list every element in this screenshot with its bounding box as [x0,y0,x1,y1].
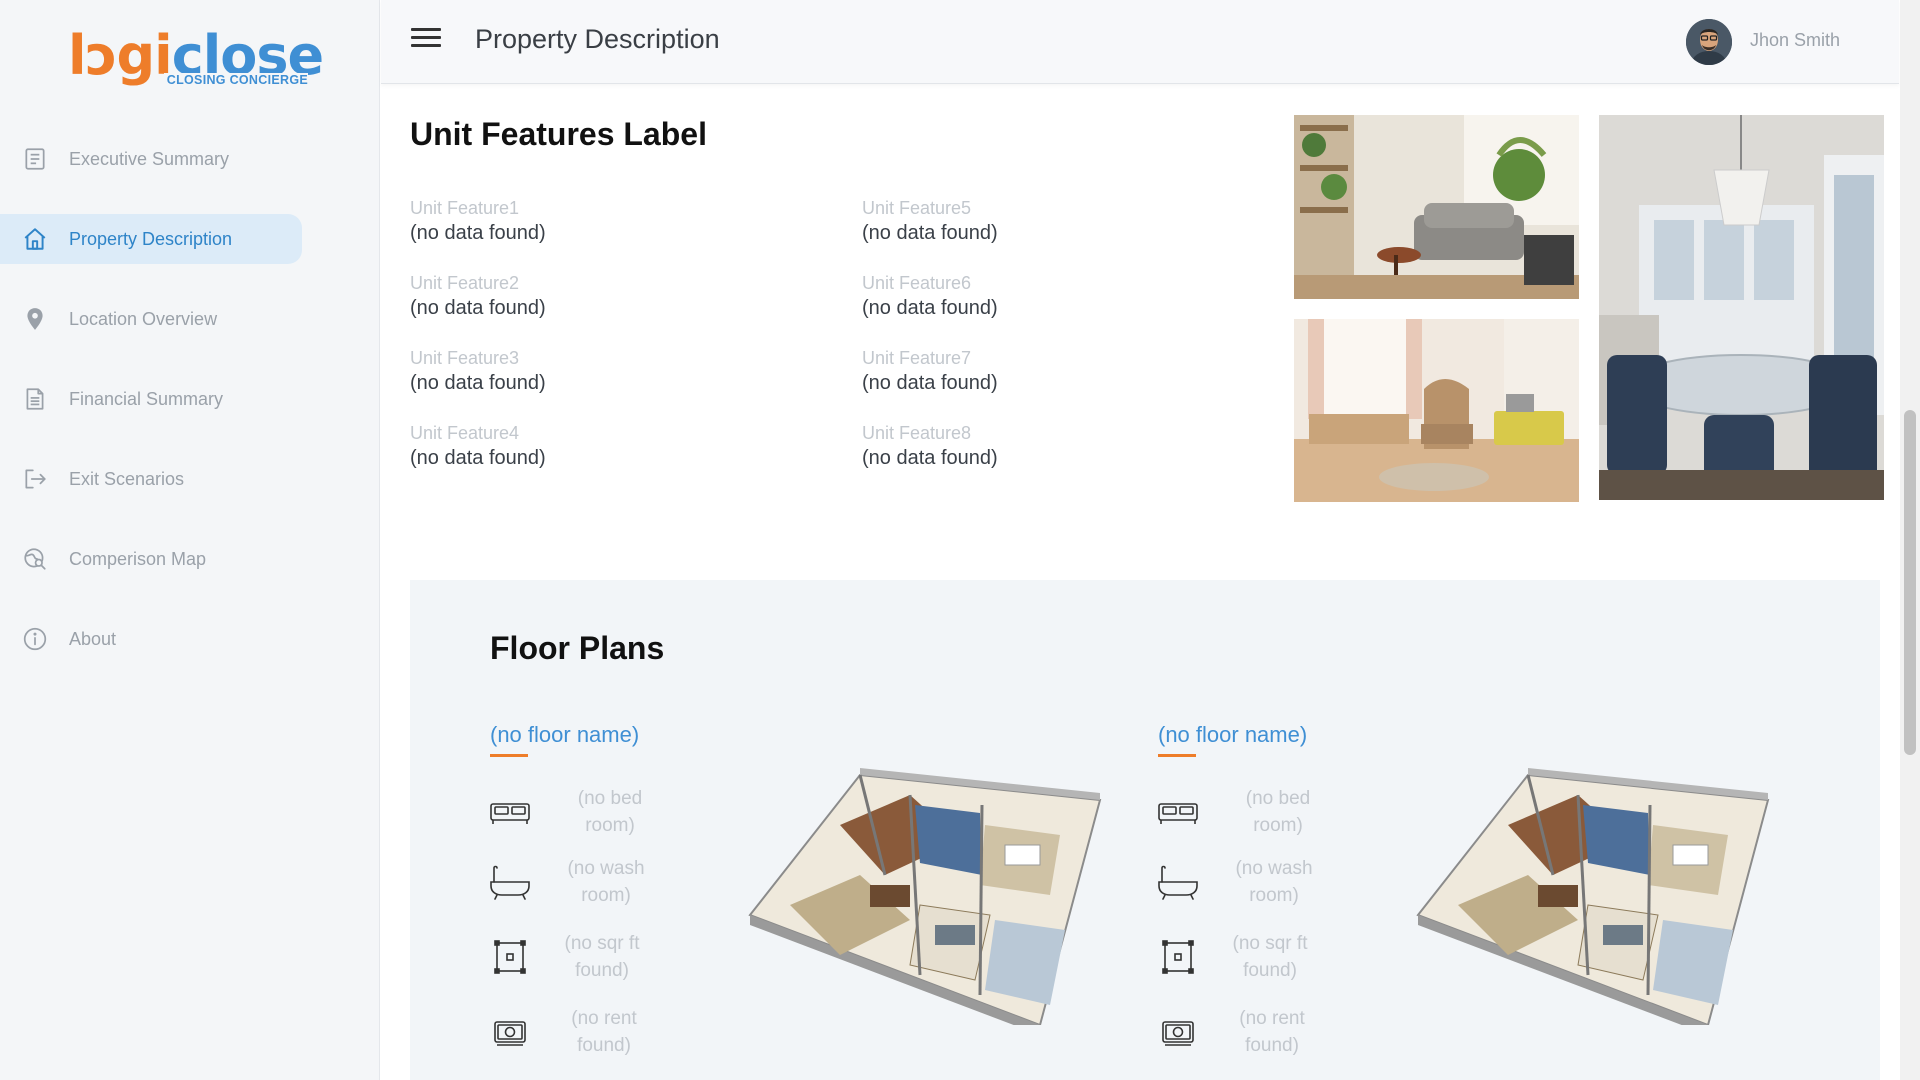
unit-feature-label: Unit Feature4 [410,423,520,443]
property-photo-living-room[interactable] [1294,115,1579,299]
unit-features-title: Unit Features Label [410,116,707,152]
page-scrollbar[interactable] [1900,0,1920,1080]
logout-icon [21,465,49,493]
washroom-value: (no wash room) [567,858,645,906]
avatar[interactable] [1686,19,1732,65]
washroom-spec: (no wash room) [488,855,656,909]
unit-feature-item: Unit Feature5 (no data found) [862,196,1202,246]
document-list-icon [21,145,49,173]
unit-feature-value: (no data found) [862,447,998,469]
unit-feature-label: Unit Feature6 [862,273,972,293]
unit-feature-value: (no data found) [862,222,998,244]
sidebar-item-location-overview[interactable]: Location Overview [0,294,302,344]
sidebar-item-label: Comperison Map [69,548,207,569]
sidebar-item-property-description[interactable]: Property Description [0,214,302,264]
file-text-icon [21,385,49,413]
unit-feature-item: Unit Feature1 (no data found) [410,196,750,246]
bedroom-spec: (no bed room) [1156,785,1328,839]
sqft-value: (no sqr ft found) [1232,933,1308,981]
map-pin-icon [21,305,49,333]
rent-value: (no rent found) [571,1008,637,1056]
sqft-value: (no sqr ft found) [564,933,640,981]
unit-feature-value: (no data found) [862,372,998,394]
page-title: Property Description [475,24,720,54]
floor-plan-3d-image[interactable] [720,745,1110,1035]
unit-feature-item: Unit Feature4 (no data found) [410,421,750,471]
rent-spec: (no rent found) [488,1005,654,1059]
washroom-spec: (no wash room) [1156,855,1324,909]
unit-feature-label: Unit Feature2 [410,273,520,293]
map-search-icon [21,545,49,573]
sidebar-item-executive-summary[interactable]: Executive Summary [0,134,302,184]
sidebar-item-label: Location Overview [69,308,218,329]
unit-feature-label: Unit Feature5 [862,198,972,218]
floor-name[interactable]: (no floor name) [1158,722,1307,748]
unit-feature-label: Unit Feature3 [410,348,520,368]
bedroom-spec: (no bed room) [488,785,660,839]
rent-value: (no rent found) [1239,1008,1305,1056]
bathtub-icon [488,864,532,900]
logo[interactable]: lɔgiclose CLOSING CONCIERGE [68,28,324,90]
logo-tagline: CLOSING CONCIERGE [163,73,308,87]
unit-feature-label: Unit Feature8 [862,423,972,443]
logo-o-mark: ɔ [85,24,118,87]
sqft-spec: (no sqr ft found) [1156,930,1320,984]
bedroom-value: (no bed room) [1245,788,1311,836]
floor-name-underline [490,754,528,757]
sidebar-item-label: About [69,628,117,649]
floor-plan-3d-image[interactable] [1388,745,1778,1035]
unit-feature-item: Unit Feature6 (no data found) [862,271,1202,321]
bedroom-value: (no bed room) [577,788,643,836]
user-name[interactable]: Jhon Smith [1750,30,1840,51]
area-icon [1156,939,1200,975]
unit-feature-value: (no data found) [410,447,546,469]
washroom-value: (no wash room) [1235,858,1313,906]
property-photo-reading-corner[interactable] [1294,319,1579,502]
unit-feature-value: (no data found) [410,222,546,244]
money-icon [1156,1014,1200,1050]
sqft-spec: (no sqr ft found) [488,930,652,984]
sidebar-item-about[interactable]: About [0,614,302,664]
scrollbar-thumb[interactable] [1904,410,1916,755]
rent-spec: (no rent found) [1156,1005,1322,1059]
unit-feature-value: (no data found) [862,297,998,319]
unit-feature-label: Unit Feature1 [410,198,520,218]
unit-feature-item: Unit Feature8 (no data found) [862,421,1202,471]
floor-name-underline [1158,754,1196,757]
unit-feature-label: Unit Feature7 [862,348,972,368]
property-photo-dining-room[interactable] [1599,115,1884,500]
floor-plans-panel: Floor Plans (no floor name) (no bed room)… [410,580,1880,1080]
floor-plans-title: Floor Plans [490,630,665,666]
floor-name[interactable]: (no floor name) [490,722,639,748]
bed-icon [1156,794,1200,830]
sidebar-item-exit-scenarios[interactable]: Exit Scenarios [0,454,302,504]
unit-feature-item: Unit Feature2 (no data found) [410,271,750,321]
sidebar-item-label: Financial Summary [69,388,224,409]
money-icon [488,1014,532,1050]
sidebar-item-label: Property Description [69,228,233,249]
area-icon [488,939,532,975]
sidebar-item-label: Executive Summary [69,148,230,169]
bed-icon [488,794,532,830]
sidebar-item-financial-summary[interactable]: Financial Summary [0,374,302,424]
unit-feature-item: Unit Feature3 (no data found) [410,346,750,396]
top-header: Property Description Jhon Smith [381,0,1899,84]
home-icon [21,225,49,253]
unit-feature-value: (no data found) [410,297,546,319]
info-icon [21,625,49,653]
sidebar: lɔgiclose CLOSING CONCIERGE Executive Su… [0,0,380,1080]
hamburger-menu-icon[interactable] [411,28,441,54]
sidebar-item-comperison-map[interactable]: Comperison Map [0,534,302,584]
unit-feature-item: Unit Feature7 (no data found) [862,346,1202,396]
sidebar-item-label: Exit Scenarios [69,468,185,489]
unit-feature-value: (no data found) [410,372,546,394]
bathtub-icon [1156,864,1200,900]
